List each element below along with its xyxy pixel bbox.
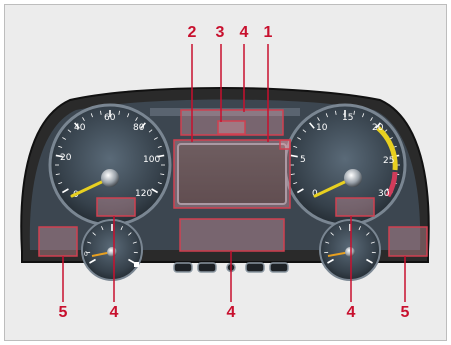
speedo-tick-100: 100: [143, 155, 160, 165]
small-left-hub: [107, 247, 117, 257]
speedo-tick-120: 120: [135, 189, 152, 199]
callout-2-top: 2: [187, 24, 197, 41]
control-button-4: [269, 262, 289, 273]
callout-3-top: 3: [215, 24, 225, 41]
instrument-cluster-diagram: 0 20 40 60 80 100 120 0 5 10 15 20 25 30…: [20, 44, 430, 302]
speedo-tick-20: 20: [60, 153, 72, 163]
speedometer-hub: [101, 169, 119, 187]
small-gauge-right: [319, 219, 381, 281]
callout-4-left: 4: [109, 304, 119, 321]
tacho-tick-15: 15: [342, 113, 353, 123]
zone-4-left-speedo: [96, 197, 136, 217]
speedo-tick-60: 60: [104, 113, 116, 123]
callout-5-right: 5: [400, 304, 410, 321]
small-right-hub: [345, 247, 355, 257]
small-left-warning-icon: [134, 262, 139, 267]
small-left-tick-0: 0: [84, 251, 88, 258]
zone-4-right-tacho: [335, 197, 375, 217]
tacho-tick-25: 25: [383, 156, 394, 166]
callout-1-top: 1: [263, 24, 273, 41]
callout-4-right: 4: [346, 304, 356, 321]
zone-5-right: [388, 226, 428, 257]
callout-5-left: 5: [58, 304, 68, 321]
zone-5-left: [38, 226, 78, 257]
zone-1-indicator: [279, 139, 291, 150]
tacho-tick-10: 10: [316, 123, 328, 133]
speedo-tick-80: 80: [133, 123, 145, 133]
small-gauge-left: 0: [81, 219, 143, 281]
speedo-tick-40: 40: [74, 123, 86, 133]
tacho-tick-5: 5: [300, 155, 306, 165]
tacho-tick-30: 30: [378, 189, 390, 199]
zone-4-center-lower: [179, 218, 285, 252]
callout-4-top: 4: [239, 24, 249, 41]
control-button-1: [173, 262, 193, 273]
control-button-2: [197, 262, 217, 273]
tacho-tick-20: 20: [372, 123, 384, 133]
zone-3-top: [217, 120, 246, 135]
zone-2-display: [173, 139, 291, 209]
callout-4-center: 4: [226, 304, 236, 321]
control-button-3: [245, 262, 265, 273]
tachometer-hub: [344, 169, 362, 187]
